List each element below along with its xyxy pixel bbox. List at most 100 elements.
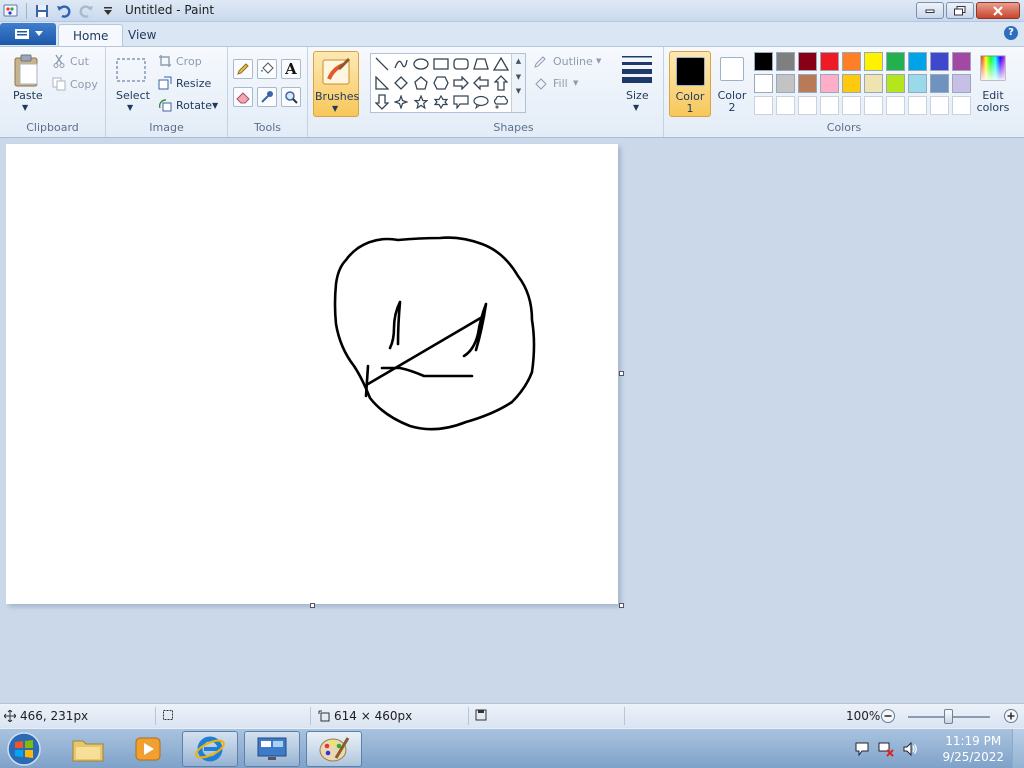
resize-handle-bottom[interactable]: [310, 603, 315, 608]
palette-swatch[interactable]: [886, 52, 905, 71]
four-point-star-shape-icon[interactable]: [392, 93, 410, 111]
palette-swatch[interactable]: [908, 74, 927, 93]
start-button[interactable]: [4, 731, 48, 767]
brushes-button[interactable]: Brushes ▼: [313, 51, 359, 117]
palette-swatch[interactable]: [952, 96, 971, 115]
shapes-scroll-up-icon[interactable]: ▲: [512, 57, 525, 65]
text-tool-icon[interactable]: A: [281, 59, 301, 79]
select-label[interactable]: Select: [116, 89, 150, 102]
triangle-shape-icon[interactable]: [492, 55, 510, 73]
resize-button[interactable]: Resize: [176, 77, 211, 90]
cloud-callout-shape-icon[interactable]: [492, 93, 510, 111]
palette-swatch[interactable]: [930, 96, 949, 115]
palette-swatch[interactable]: [842, 74, 861, 93]
cut-button[interactable]: Cut: [70, 55, 89, 68]
color2-swatch[interactable]: [720, 57, 744, 81]
palette-swatch[interactable]: [798, 52, 817, 71]
palette-swatch[interactable]: [842, 52, 861, 71]
close-button[interactable]: [976, 2, 1020, 19]
select-dropdown-icon[interactable]: ▼: [127, 103, 133, 112]
color1-button[interactable]: Color 1: [669, 51, 711, 117]
palette-swatch[interactable]: [798, 96, 817, 115]
show-desktop-button[interactable]: [1012, 729, 1024, 768]
paste-icon[interactable]: [12, 53, 42, 89]
palette-swatch[interactable]: [820, 96, 839, 115]
network-icon[interactable]: [878, 741, 894, 757]
palette-swatch[interactable]: [952, 52, 971, 71]
taskbar-explorer-button[interactable]: [60, 731, 116, 767]
palette-swatch[interactable]: [820, 74, 839, 93]
fill-bucket-icon[interactable]: [257, 59, 277, 79]
redo-icon[interactable]: [77, 2, 95, 20]
oval-shape-icon[interactable]: [412, 55, 430, 73]
edit-colors-icon[interactable]: [980, 55, 1006, 81]
shapes-gallery-scroll[interactable]: ▲ ▼ ▼: [511, 54, 525, 112]
oval-callout-shape-icon[interactable]: [472, 93, 490, 111]
fill-button[interactable]: Fill: [553, 77, 568, 90]
minimize-button[interactable]: [916, 2, 944, 19]
palette-swatch[interactable]: [886, 74, 905, 93]
polygon-shape-icon[interactable]: [472, 55, 490, 73]
restore-button[interactable]: [946, 2, 974, 19]
rounded-rectangle-shape-icon[interactable]: [452, 55, 470, 73]
taskbar-media-player-button[interactable]: [120, 731, 176, 767]
palette-swatch[interactable]: [776, 74, 795, 93]
palette-swatch[interactable]: [820, 52, 839, 71]
shapes-expand-icon[interactable]: ▼: [512, 87, 525, 95]
zoom-out-button[interactable]: [880, 708, 896, 724]
size-icon[interactable]: [619, 53, 655, 85]
hexagon-shape-icon[interactable]: [432, 74, 450, 92]
save-icon[interactable]: [33, 2, 51, 20]
left-arrow-shape-icon[interactable]: [472, 74, 490, 92]
rotate-button[interactable]: Rotate: [176, 99, 212, 112]
palette-swatch[interactable]: [886, 96, 905, 115]
palette-swatch[interactable]: [776, 96, 795, 115]
palette-swatch[interactable]: [930, 52, 949, 71]
color-picker-icon[interactable]: [257, 87, 277, 107]
resize-handle-right[interactable]: [619, 371, 624, 376]
up-arrow-shape-icon[interactable]: [492, 74, 510, 92]
palette-swatch[interactable]: [864, 52, 883, 71]
volume-icon[interactable]: [902, 741, 918, 757]
pencil-icon[interactable]: [233, 59, 253, 79]
clock[interactable]: 11:19 PM 9/25/2022: [942, 733, 1004, 765]
help-icon[interactable]: ?: [1004, 26, 1018, 40]
palette-swatch[interactable]: [930, 74, 949, 93]
tab-view[interactable]: View: [114, 24, 170, 46]
palette-swatch[interactable]: [754, 96, 773, 115]
paste-label[interactable]: Paste: [13, 89, 43, 102]
line-shape-icon[interactable]: [373, 55, 391, 73]
fill-dropdown-icon[interactable]: ▼: [573, 79, 578, 87]
customize-qat-chevron-icon[interactable]: [99, 2, 117, 20]
down-arrow-shape-icon[interactable]: [373, 93, 391, 111]
pentagon-shape-icon[interactable]: [412, 74, 430, 92]
taskbar-remote-desktop-button[interactable]: [244, 731, 300, 767]
palette-swatch[interactable]: [754, 74, 773, 93]
palette-swatch[interactable]: [842, 96, 861, 115]
paint-menu-button[interactable]: [0, 23, 56, 45]
select-icon[interactable]: [116, 57, 146, 83]
paste-dropdown-icon[interactable]: ▼: [22, 103, 28, 112]
rotate-dropdown-icon[interactable]: ▼: [212, 101, 218, 110]
action-center-icon[interactable]: [854, 741, 870, 757]
palette-swatch[interactable]: [798, 74, 817, 93]
taskbar-paint-button[interactable]: [306, 731, 362, 767]
right-triangle-shape-icon[interactable]: [373, 74, 391, 92]
rect-callout-shape-icon[interactable]: [452, 93, 470, 111]
crop-button[interactable]: Crop: [176, 55, 202, 68]
six-point-star-shape-icon[interactable]: [432, 93, 450, 111]
palette-swatch[interactable]: [864, 96, 883, 115]
zoom-in-button[interactable]: [1003, 708, 1019, 724]
palette-swatch[interactable]: [908, 52, 927, 71]
shapes-scroll-down-icon[interactable]: ▼: [512, 73, 525, 81]
paint-app-icon[interactable]: [2, 2, 20, 20]
undo-icon[interactable]: [55, 2, 73, 20]
palette-swatch[interactable]: [952, 74, 971, 93]
rectangle-shape-icon[interactable]: [432, 55, 450, 73]
outline-dropdown-icon[interactable]: ▼: [596, 57, 601, 65]
palette-swatch[interactable]: [908, 96, 927, 115]
copy-button[interactable]: Copy: [70, 78, 98, 91]
palette-swatch[interactable]: [754, 52, 773, 71]
outline-button[interactable]: Outline: [553, 55, 593, 68]
taskbar-ie-button[interactable]: [182, 731, 238, 767]
